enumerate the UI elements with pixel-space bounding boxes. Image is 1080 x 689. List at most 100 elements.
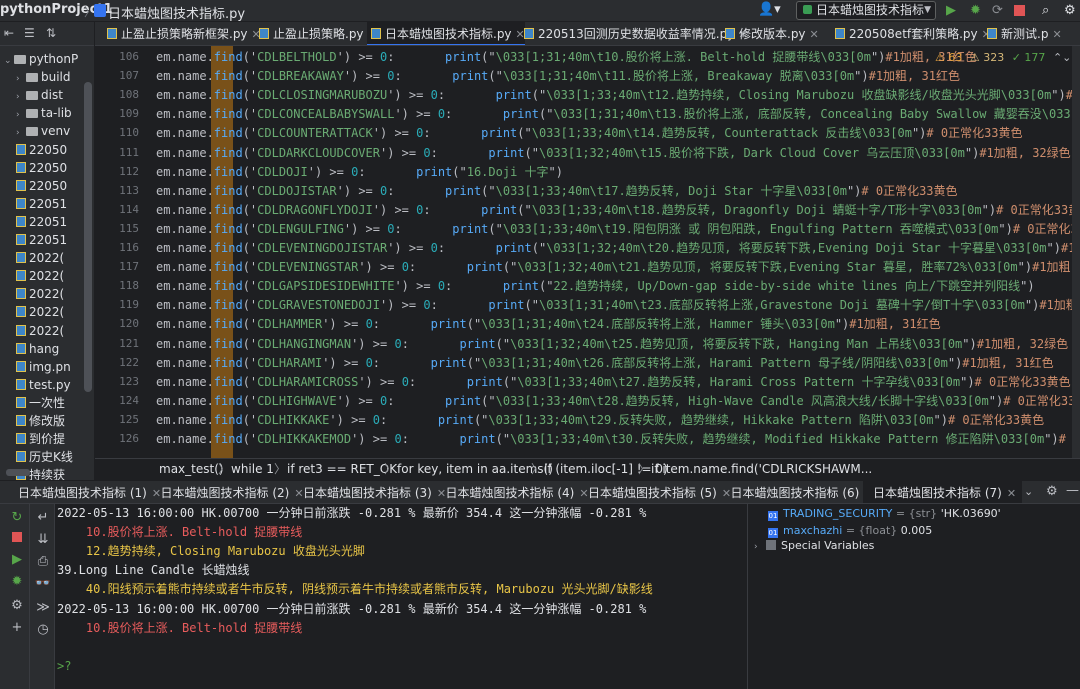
project-scrollbar[interactable] (84, 82, 92, 392)
editor-tab[interactable]: 修改版本.py ✕ (721, 22, 819, 45)
show-variables-icon[interactable]: 👓 (33, 576, 53, 591)
chevron-right-icon[interactable]: › (754, 542, 766, 552)
special-variables-node[interactable]: › Special Variables (754, 539, 874, 552)
user-icon[interactable]: 👤▾ (758, 2, 781, 17)
code-line[interactable]: em.name.find('CDLHIKKAKE') >= 0: print("… (156, 411, 1044, 430)
stop-icon[interactable] (12, 532, 22, 542)
navigate-arrows-icon[interactable]: ⌃⌄ (1053, 51, 1071, 64)
debug-icon[interactable]: ✹ (7, 574, 27, 589)
tree-item[interactable]: 22050 (16, 141, 67, 160)
code-line[interactable]: em.name.find('CDLCONCEALBABYSWALL') >= 0… (156, 105, 1080, 124)
minimize-icon[interactable]: — (1066, 483, 1079, 498)
close-icon[interactable]: ✕ (1007, 487, 1016, 500)
breadcrumb-item[interactable]: if ret3 == RET_OK (287, 459, 397, 480)
code-line[interactable]: em.name.find('CDLHIKKAKEMOD') >= 0: prin… (156, 430, 1080, 449)
code-line[interactable]: em.name.find('CDLBELTHOLD') >= 0: print(… (156, 48, 977, 67)
variable-row[interactable]: 01 maxchazhi = {float} 0.005 (768, 521, 932, 540)
current-file-name[interactable]: 日本蜡烛图技术指标.py (108, 3, 245, 22)
gear-icon[interactable]: ⚙ (1046, 484, 1058, 499)
chevron-down-icon[interactable]: ⌄ (1024, 485, 1033, 498)
run-tab[interactable]: 日本蜡烛图技术指标 (5) ✕ (578, 481, 737, 503)
code-line[interactable]: em.name.find('CDLHARAMICROSS') >= 0: pri… (156, 373, 1071, 392)
tree-item[interactable]: 2022( (16, 285, 64, 304)
weak-warning-count[interactable]: ⚠ 323 (970, 51, 1004, 64)
tree-item[interactable]: 22050 (16, 177, 67, 196)
code-line[interactable]: em.name.find('CDLHAMMER') >= 0: print("\… (156, 315, 941, 334)
editor-tab[interactable]: 新测试.p ✕ (983, 22, 1062, 45)
code-line[interactable]: em.name.find('CDLEVENINGSTAR') >= 0: pri… (156, 258, 1080, 277)
tree-item[interactable]: 22051 (16, 213, 67, 232)
code-line[interactable]: em.name.find('CDLHIGHWAVE') >= 0: print(… (156, 392, 1080, 411)
run-tab[interactable]: 日本蜡烛图技术指标 (3) ✕ (293, 481, 452, 503)
collapse-icon[interactable]: ⇤ (4, 26, 14, 40)
code-line[interactable]: em.name.find('CDLCOUNTERATTACK') >= 0: p… (156, 124, 1023, 143)
breadcrumb-item[interactable]: while 1 (231, 459, 274, 480)
tree-item[interactable]: 历史K线 (16, 448, 73, 467)
soft-wrap-icon[interactable]: ↵ (33, 510, 53, 525)
tree-item[interactable]: 2022( (16, 249, 64, 268)
tree-item[interactable]: › venv (16, 122, 70, 141)
code-editor[interactable]: 106 107 108 109 110 111 112 113 114 115 116 117 118 1… (95, 46, 1080, 458)
close-icon[interactable]: ✕ (810, 28, 819, 41)
rerun-icon[interactable]: ↻ (7, 510, 27, 525)
expand-icon[interactable]: ☰ (24, 26, 35, 40)
scroll-end-icon[interactable]: ⇊ (33, 532, 53, 547)
tree-item[interactable]: img.pn (16, 358, 71, 377)
tree-item[interactable]: 22051 (16, 195, 67, 214)
breadcrumb-item[interactable]: if item.name.find('CDLRICKSHAWM... (651, 459, 872, 480)
editor-tab[interactable]: 220513回测历史数据收益率情况.py ✕ (520, 22, 748, 45)
run-tab[interactable]: 日本蜡烛图技术指标 (6)✕ (721, 481, 880, 503)
sort-icon[interactable]: ⇅ (46, 26, 56, 40)
code-line[interactable]: em.name.find('CDLDOJI') >= 0: print("16.… (156, 163, 563, 182)
chevron-down-icon[interactable]: ⌄ (4, 52, 14, 71)
tree-item[interactable]: 22051 (16, 231, 67, 250)
tree-item[interactable]: test.py (16, 376, 71, 395)
code-line[interactable]: em.name.find('CDLHANGINGMAN') >= 0: prin… (156, 335, 1068, 354)
tree-item[interactable]: 一次性 (16, 394, 65, 413)
code-line[interactable]: em.name.find('CDLCLOSINGMARUBOZU') >= 0:… (156, 86, 1080, 105)
code-line[interactable]: em.name.find('CDLGAPSIDESIDEWHITE') >= 0… (156, 277, 1035, 296)
project-hscrollbar[interactable] (6, 469, 30, 476)
code-line[interactable]: em.name.find('CDLDARKCLOUDCOVER') >= 0: … (156, 144, 1071, 163)
run-config-selector[interactable]: 日本蜡烛图技术指标 ▼ (796, 1, 936, 20)
coverage-icon[interactable]: ⟳ (992, 3, 1003, 18)
code-line[interactable]: em.name.find('CDLDRAGONFLYDOJI') >= 0: p… (156, 201, 1080, 220)
debug-icon[interactable]: ✹ (970, 3, 981, 18)
print-icon[interactable]: ⎙ (33, 554, 53, 569)
run-tab[interactable]: 日本蜡烛图技术指标 (7) ✕ (863, 481, 1023, 503)
resume-icon[interactable]: ▶ (7, 552, 27, 567)
editor-tab[interactable]: 日本蜡烛图技术指标.py ✕ (367, 22, 525, 45)
editor-tab[interactable]: 220508etf套利策略.py✕ (831, 22, 991, 45)
ok-count[interactable]: ✓ 177 (1012, 51, 1046, 64)
inspection-widget[interactable]: ⚠ 63 ⚠ 323 ✓ 177 ⌃⌄ (935, 51, 1075, 64)
run-icon[interactable]: ▶ (946, 3, 956, 18)
stop-icon[interactable] (1014, 5, 1025, 16)
run-tab[interactable]: 日本蜡烛图技术指标 (2) ✕ (151, 481, 310, 503)
tree-item[interactable]: ⌄ pythonP (4, 50, 78, 69)
warning-count[interactable]: ⚠ 63 (935, 51, 962, 64)
tree-item[interactable]: › ta-lib (16, 104, 72, 123)
code-line[interactable]: em.name.find('CDLBREAKAWAY') >= 0: print… (156, 67, 960, 86)
tree-item[interactable]: 2022( (16, 303, 64, 322)
editor-tab[interactable]: 止盈止损策略.py✕ (255, 22, 377, 45)
gear-icon[interactable]: ⚙ (7, 598, 27, 613)
code-line[interactable]: em.name.find('CDLENGULFING') >= 0: print… (156, 220, 1080, 239)
editor-scrollbar[interactable] (1072, 46, 1080, 458)
tree-item[interactable]: 修改版 (16, 412, 65, 431)
tree-item[interactable]: 22050 (16, 159, 67, 178)
close-icon[interactable]: ✕ (1052, 28, 1061, 41)
gear-icon[interactable]: ⚙ (1064, 3, 1076, 18)
forward-icon[interactable]: ≫ (33, 600, 53, 615)
breadcrumb-item[interactable]: for key, item in aa.items() (397, 459, 553, 480)
tree-item[interactable]: 2022( (16, 267, 64, 286)
console-output[interactable]: 2022-05-13 16:00:00 HK.00700 一分钟日前涨跌 -0.… (55, 504, 747, 689)
editor-tab[interactable]: 止盈止损策略新框架.py ✕ (103, 22, 261, 45)
tree-item[interactable]: hang (16, 340, 59, 359)
run-tab[interactable]: 日本蜡烛图技术指标 (4) ✕ (436, 481, 595, 503)
history-clock-icon[interactable]: ◷ (33, 622, 53, 637)
tree-item[interactable]: › build (16, 68, 71, 87)
code-line[interactable]: em.name.find('CDLEVENINGDOJISTAR') >= 0:… (156, 239, 1080, 258)
code-line[interactable]: em.name.find('CDLGRAVESTONEDOJI') >= 0: … (156, 296, 1080, 315)
search-icon[interactable]: ⌕ (1042, 3, 1049, 18)
code-line[interactable]: em.name.find('CDLDOJISTAR') >= 0: print(… (156, 182, 958, 201)
